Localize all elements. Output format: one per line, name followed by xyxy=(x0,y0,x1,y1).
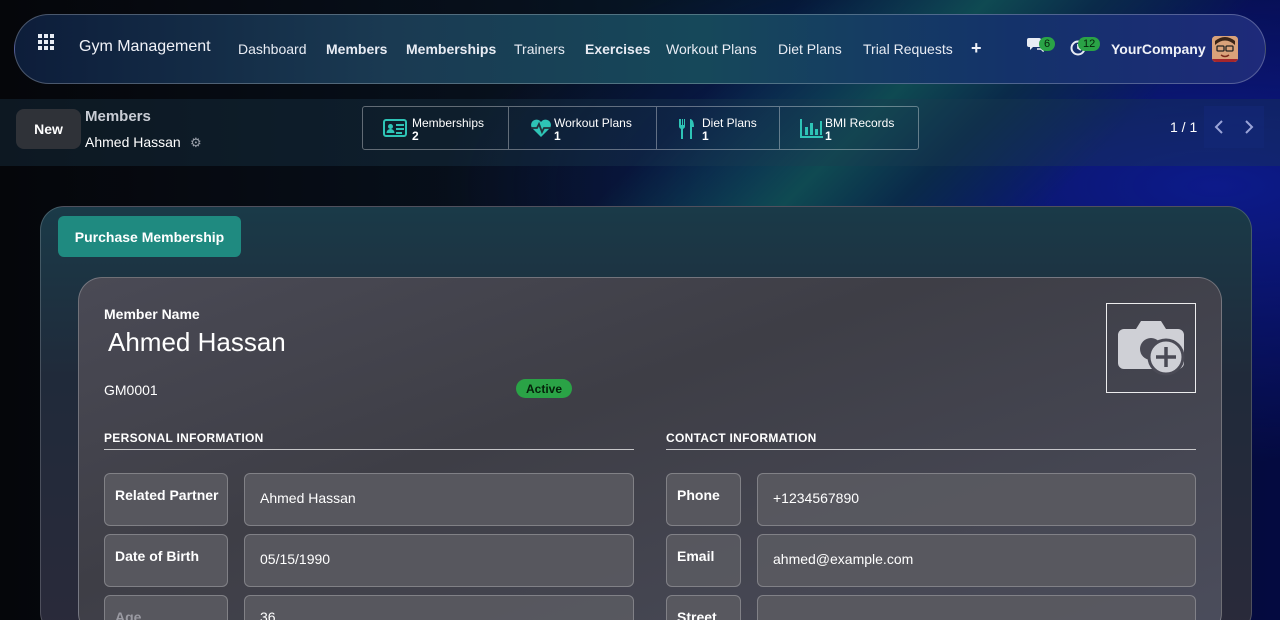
new-button[interactable]: New xyxy=(16,109,81,149)
date-of-birth-label: Date of Birth xyxy=(104,534,228,587)
smart-button-bmi-records[interactable]: BMI Records 1 xyxy=(780,107,918,149)
nav-item-workout-plans[interactable]: Workout Plans xyxy=(666,41,757,57)
gear-icon[interactable]: ⚙ xyxy=(190,135,202,151)
heartbeat-icon xyxy=(531,119,551,137)
nav-item-diet-plans[interactable]: Diet Plans xyxy=(778,41,842,57)
related-partner-label: Related Partner xyxy=(104,473,228,526)
member-name-label: Member Name xyxy=(104,306,200,322)
smart-button-label: BMI Records xyxy=(825,116,895,130)
status-badge: Active xyxy=(516,379,572,398)
activities-badge: 12 xyxy=(1078,37,1101,51)
nav-item-dashboard[interactable]: Dashboard xyxy=(238,41,307,57)
breadcrumb-current: Ahmed Hassan xyxy=(85,134,181,150)
avatar[interactable] xyxy=(1212,36,1238,62)
nav-item-members[interactable]: Members xyxy=(326,41,387,57)
contact-info-title: CONTACT INFORMATION xyxy=(666,431,817,445)
smart-button-workout-plans[interactable]: Workout Plans 1 xyxy=(509,107,657,149)
phone-field[interactable]: +1234567890 xyxy=(757,473,1196,526)
nav-item-trial-requests[interactable]: Trial Requests xyxy=(863,41,953,57)
nav-item-trainers[interactable]: Trainers xyxy=(514,41,565,57)
breadcrumb-parent[interactable]: Members xyxy=(85,108,151,125)
pager-value[interactable]: 1 / 1 xyxy=(1170,119,1197,135)
app-title[interactable]: Gym Management xyxy=(79,38,211,56)
smart-button-label: Memberships xyxy=(412,116,485,130)
smart-button-count: 1 xyxy=(554,129,561,143)
smart-button-label: Diet Plans xyxy=(702,116,757,130)
pager-next-button[interactable] xyxy=(1234,106,1264,148)
pager-previous-button[interactable] xyxy=(1204,106,1234,148)
company-switcher[interactable]: YourCompany xyxy=(1111,41,1206,57)
member-photo-upload[interactable] xyxy=(1106,303,1196,393)
smart-button-count: 1 xyxy=(702,129,709,143)
chevron-right-icon xyxy=(1245,120,1254,134)
email-field[interactable]: ahmed@example.com xyxy=(757,534,1196,587)
plus-icon[interactable]: + xyxy=(971,38,982,59)
smart-button-diet-plans[interactable]: Diet Plans 1 xyxy=(657,107,780,149)
email-label: Email xyxy=(666,534,741,587)
date-of-birth-field[interactable]: 05/15/1990 xyxy=(244,534,634,587)
age-field: 36 xyxy=(244,595,634,620)
age-label: Age xyxy=(104,595,228,620)
smart-buttons: Memberships 2 Workout Plans 1 Diet Plans… xyxy=(362,106,919,150)
messages-badge: 6 xyxy=(1039,37,1056,51)
section-divider xyxy=(104,449,634,450)
personal-info-title: PERSONAL INFORMATION xyxy=(104,431,264,445)
smart-button-memberships[interactable]: Memberships 2 xyxy=(363,107,509,149)
related-partner-field[interactable]: Ahmed Hassan xyxy=(244,473,634,526)
street-field[interactable] xyxy=(757,595,1196,620)
chevron-left-icon xyxy=(1214,120,1223,134)
apps-menu-icon[interactable] xyxy=(38,34,54,50)
phone-label: Phone xyxy=(666,473,741,526)
smart-button-label: Workout Plans xyxy=(554,116,632,130)
camera-plus-icon xyxy=(1118,321,1185,376)
purchase-membership-button[interactable]: Purchase Membership xyxy=(58,216,241,257)
member-code: GM0001 xyxy=(104,382,158,398)
id-card-icon xyxy=(383,119,407,137)
street-label: Street xyxy=(666,595,741,620)
nav-item-memberships[interactable]: Memberships xyxy=(406,41,496,57)
bar-chart-icon xyxy=(800,119,823,138)
section-divider xyxy=(666,449,1196,450)
member-name-field[interactable]: Ahmed Hassan xyxy=(108,327,286,358)
nav-item-exercises[interactable]: Exercises xyxy=(585,41,650,57)
smart-button-count: 2 xyxy=(412,129,419,143)
smart-button-count: 1 xyxy=(825,129,832,143)
cutlery-icon xyxy=(678,119,694,139)
